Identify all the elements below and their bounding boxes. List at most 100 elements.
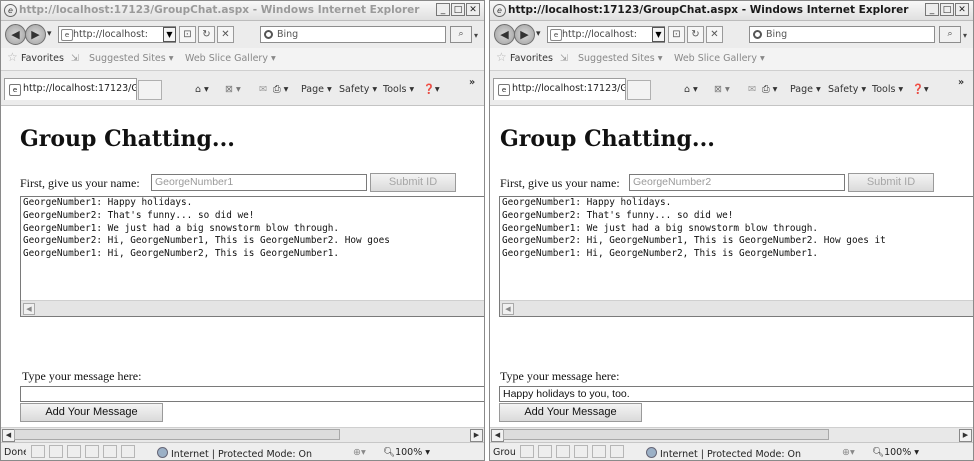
close-button[interactable]: ✕ bbox=[466, 3, 480, 16]
address-bar[interactable]: e http://localhost: bbox=[547, 26, 665, 43]
chat-horizontal-scrollbar[interactable]: ◀ bbox=[500, 300, 973, 316]
protected-mode-icon[interactable]: ⊕▾ bbox=[353, 447, 366, 458]
tools-menu[interactable]: Tools ▾ bbox=[872, 84, 903, 95]
name-field[interactable]: GeorgeNumber1 bbox=[151, 174, 367, 191]
status-pane bbox=[103, 445, 117, 458]
page-menu[interactable]: Page ▾ bbox=[790, 84, 821, 95]
security-zone[interactable]: Internet | Protected Mode: On bbox=[646, 447, 801, 460]
browser-tab[interactable]: ehttp://localhost:17123/Group... bbox=[493, 78, 626, 100]
scroll-right-icon[interactable]: ▶ bbox=[470, 429, 483, 442]
compatibility-view-icon[interactable]: ⊡ bbox=[179, 26, 196, 43]
mail-icon[interactable]: ✉ bbox=[748, 84, 756, 95]
search-options-icon[interactable]: ▾ bbox=[474, 31, 478, 40]
help-icon[interactable]: ❓▾ bbox=[912, 84, 929, 95]
compatibility-view-icon[interactable]: ⊡ bbox=[668, 26, 685, 43]
page-menu[interactable]: Page ▾ bbox=[301, 84, 332, 95]
search-input[interactable]: Bing bbox=[749, 26, 935, 43]
security-zone[interactable]: Internet | Protected Mode: On bbox=[157, 447, 312, 460]
name-field[interactable]: GeorgeNumber2 bbox=[629, 174, 845, 191]
status-pane bbox=[574, 445, 588, 458]
forward-button[interactable]: ▶ bbox=[25, 24, 46, 45]
maximize-button[interactable]: □ bbox=[451, 3, 465, 16]
print-icon[interactable]: ⎙ ▾ bbox=[273, 84, 288, 95]
page-content: Group Chatting... First, give us your na… bbox=[1, 106, 484, 427]
safety-menu[interactable]: Safety ▾ bbox=[828, 84, 866, 95]
submit-id-button[interactable]: Submit ID bbox=[848, 173, 934, 192]
home-icon[interactable]: ⌂ ▾ bbox=[195, 84, 209, 95]
add-message-button[interactable]: Add Your Message bbox=[20, 403, 163, 422]
add-favorites-icon[interactable]: ⇲ bbox=[560, 53, 568, 64]
status-pane bbox=[556, 445, 570, 458]
globe-icon bbox=[157, 447, 168, 458]
feeds-icon[interactable]: ⊠ ▾ bbox=[714, 84, 730, 95]
submit-id-button[interactable]: Submit ID bbox=[370, 173, 456, 192]
zoom-control[interactable]: 🔍︎100% ▾ bbox=[872, 447, 919, 458]
favorites-button[interactable]: Favorites bbox=[510, 53, 553, 64]
chat-log[interactable]: GeorgeNumber1: Happy holidays. GeorgeNum… bbox=[499, 196, 973, 317]
scrollbar-thumb[interactable] bbox=[503, 429, 829, 440]
maximize-button[interactable]: □ bbox=[940, 3, 954, 16]
scroll-right-icon[interactable]: ▶ bbox=[959, 429, 972, 442]
favorites-button[interactable]: Favorites bbox=[21, 53, 64, 64]
navigation-bar: ◀ ▶ ▾ e http://localhost: ▼ ⊡ ↻ ✕ Bing ⌕ … bbox=[490, 21, 973, 48]
chevron-more-icon[interactable]: » bbox=[958, 77, 964, 88]
status-pane bbox=[610, 445, 624, 458]
print-icon[interactable]: ⎙ ▾ bbox=[762, 84, 777, 95]
page-icon: e bbox=[61, 29, 73, 41]
feeds-icon[interactable]: ⊠ ▾ bbox=[225, 84, 241, 95]
browser-tab[interactable]: ehttp://localhost:17123/Grou... bbox=[4, 78, 137, 100]
address-bar[interactable]: e http://localhost: bbox=[58, 26, 176, 43]
web-slice-gallery-link[interactable]: Web Slice Gallery ▾ bbox=[674, 53, 765, 64]
history-dropdown-icon[interactable]: ▾ bbox=[536, 29, 541, 39]
scrollbar-thumb[interactable] bbox=[14, 429, 340, 440]
minimize-button[interactable]: _ bbox=[436, 3, 450, 16]
message-input[interactable]: Happy holidays to you, too. bbox=[499, 386, 973, 402]
home-icon[interactable]: ⌂ ▾ bbox=[684, 84, 698, 95]
favorites-star-icon[interactable]: ☆ bbox=[496, 50, 507, 64]
chat-log[interactable]: GeorgeNumber1: Happy holidays. GeorgeNum… bbox=[20, 196, 484, 317]
back-button[interactable]: ◀ bbox=[5, 24, 26, 45]
back-button[interactable]: ◀ bbox=[494, 24, 515, 45]
suggested-sites-link[interactable]: Suggested Sites ▾ bbox=[578, 53, 663, 64]
message-input[interactable] bbox=[20, 386, 484, 402]
close-button[interactable]: ✕ bbox=[955, 3, 969, 16]
page-horizontal-scrollbar[interactable]: ◀ ▶ bbox=[490, 427, 973, 442]
add-message-button[interactable]: Add Your Message bbox=[499, 403, 642, 422]
tab-page-icon: e bbox=[9, 84, 21, 96]
chat-horizontal-scrollbar[interactable]: ◀ bbox=[21, 300, 484, 316]
stop-icon[interactable]: ✕ bbox=[217, 26, 234, 43]
protected-mode-icon[interactable]: ⊕▾ bbox=[842, 447, 855, 458]
chevron-more-icon[interactable]: » bbox=[469, 77, 475, 88]
forward-button[interactable]: ▶ bbox=[514, 24, 535, 45]
message-label: Type your message here: bbox=[22, 369, 142, 383]
search-input[interactable]: Bing bbox=[260, 26, 446, 43]
search-options-icon[interactable]: ▾ bbox=[963, 31, 967, 40]
favorites-star-icon[interactable]: ☆ bbox=[7, 50, 18, 64]
history-dropdown-icon[interactable]: ▾ bbox=[47, 29, 52, 39]
scroll-left-icon[interactable]: ◀ bbox=[23, 303, 35, 315]
title-bar[interactable]: e http://localhost:17123/GroupChat.aspx … bbox=[1, 1, 484, 21]
address-dropdown-button[interactable]: ▼ bbox=[652, 27, 665, 42]
safety-menu[interactable]: Safety ▾ bbox=[339, 84, 377, 95]
page-horizontal-scrollbar[interactable]: ◀ ▶ bbox=[1, 427, 484, 442]
tools-menu[interactable]: Tools ▾ bbox=[383, 84, 414, 95]
refresh-icon[interactable]: ↻ bbox=[687, 26, 704, 43]
suggested-sites-link[interactable]: Suggested Sites ▾ bbox=[89, 53, 174, 64]
search-button[interactable]: ⌕ bbox=[939, 26, 961, 43]
new-tab-button[interactable] bbox=[138, 80, 162, 100]
mail-icon[interactable]: ✉ bbox=[259, 84, 267, 95]
web-slice-gallery-link[interactable]: Web Slice Gallery ▾ bbox=[185, 53, 276, 64]
help-icon[interactable]: ❓▾ bbox=[423, 84, 440, 95]
zoom-control[interactable]: 🔍︎100% ▾ bbox=[383, 447, 430, 458]
scroll-left-icon[interactable]: ◀ bbox=[502, 303, 514, 315]
new-tab-button[interactable] bbox=[627, 80, 651, 100]
search-button[interactable]: ⌕ bbox=[450, 26, 472, 43]
title-bar[interactable]: e http://localhost:17123/GroupChat.aspx … bbox=[490, 1, 973, 21]
refresh-icon[interactable]: ↻ bbox=[198, 26, 215, 43]
stop-icon[interactable]: ✕ bbox=[706, 26, 723, 43]
minimize-button[interactable]: _ bbox=[925, 3, 939, 16]
add-favorites-icon[interactable]: ⇲ bbox=[71, 53, 79, 64]
address-dropdown-button[interactable]: ▼ bbox=[163, 27, 176, 42]
chat-line: GeorgeNumber2: That's funny... so did we… bbox=[23, 209, 255, 221]
navigation-bar: ◀ ▶ ▾ e http://localhost: ▼ ⊡ ↻ ✕ Bing ⌕ … bbox=[1, 21, 484, 48]
